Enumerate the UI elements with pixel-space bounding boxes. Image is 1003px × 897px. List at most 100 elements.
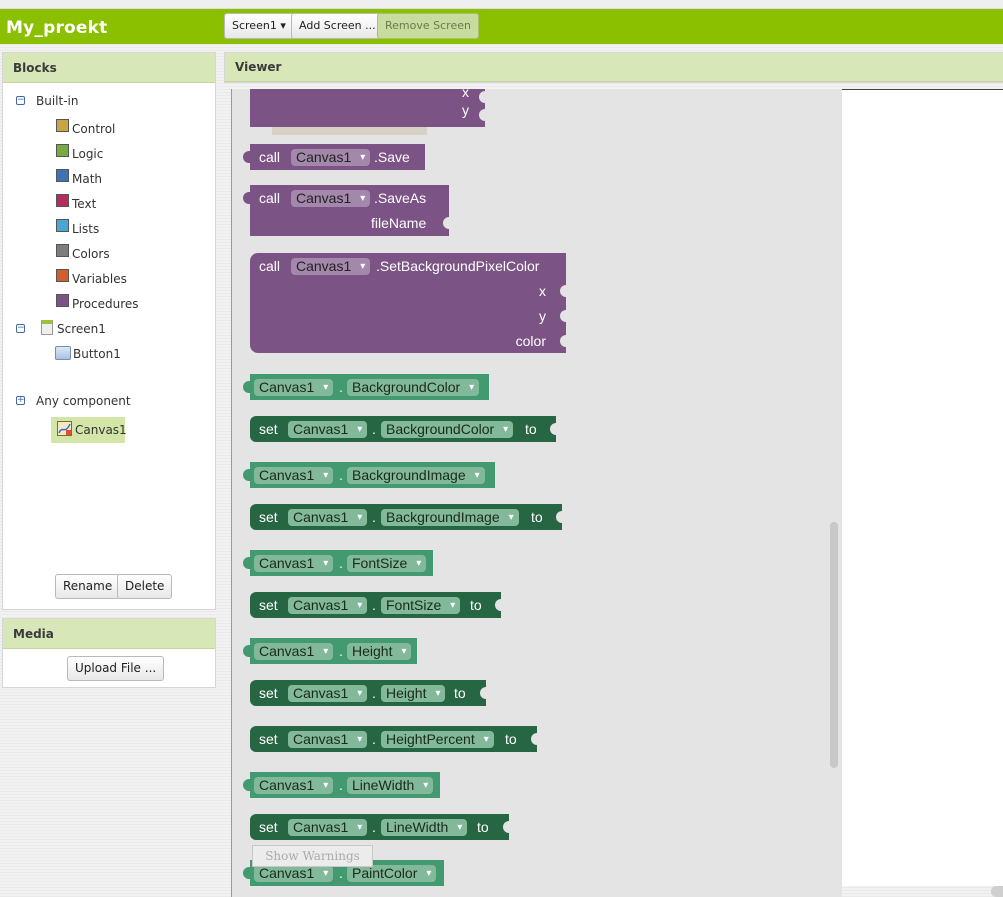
component-dropdown[interactable]: Canvas1 ▾ [288,421,368,438]
rename-button[interactable]: Rename [55,574,121,599]
property-dropdown[interactable]: PaintColor ▾ [347,865,437,882]
set-canvas1-heightpercent-block[interactable]: set Canvas1 ▾ . HeightPercent ▾ to [250,726,537,752]
upload-file-button[interactable]: Upload File ... [67,656,165,681]
delete-button[interactable]: Delete [117,574,173,599]
input-socket[interactable] [495,599,501,611]
call-canvas1-saveas-block[interactable]: call Canvas1 ▾ .SaveAs fileName [243,185,449,236]
property-dropdown[interactable]: Height ▾ [347,643,412,660]
show-warnings-button[interactable]: Show Warnings [252,845,373,867]
logic-swatch-icon [56,144,69,157]
to-label: to [477,819,489,835]
input-socket[interactable] [550,423,556,435]
get-canvas1-linewidth-block[interactable]: Canvas1 ▾ . LineWidth ▾ [243,772,440,798]
get-canvas1-backgroundimage-block[interactable]: Canvas1 ▾ . BackgroundImage ▾ [243,462,495,488]
blocks-workspace[interactable]: x y call Canvas1 ▾ .Save call Canvas1 ▾ .S… [231,89,842,897]
add-screen-button[interactable]: Add Screen ... [291,13,384,39]
component-dropdown[interactable]: Canvas1 ▾ [254,555,334,572]
property-dropdown[interactable]: BackgroundImage ▾ [347,467,485,484]
set-label: set [259,819,278,835]
property-dropdown[interactable]: BackgroundColor ▾ [347,379,480,396]
to-label: to [470,597,482,613]
property-dropdown[interactable]: HeightPercent ▾ [381,731,494,748]
to-label: to [454,685,466,701]
property-dropdown[interactable]: BackgroundColor ▾ [381,421,514,438]
component-dropdown[interactable]: Canvas1 ▾ [291,190,371,207]
property-dropdown[interactable]: LineWidth ▾ [381,819,468,836]
input-socket[interactable] [560,310,566,322]
expand-icon[interactable]: + [16,396,25,405]
component-dropdown[interactable]: Canvas1 ▾ [288,597,368,614]
property-dropdown[interactable]: FontSize ▾ [381,597,461,614]
input-socket[interactable] [503,821,509,833]
top-bar: My_proekt Screen1 ▾ Add Screen ... Remov… [0,9,1003,44]
procedures-swatch-icon [56,294,69,307]
dropdown-arrow-icon: ▾ [323,646,329,657]
dot-label: . [372,421,376,437]
workspace-scrollbar-track[interactable] [828,92,840,892]
dropdown-arrow-icon: ▾ [357,424,363,435]
dropdown-arrow-icon: ▾ [474,470,480,481]
math-swatch-icon [56,169,69,182]
partial-method-block[interactable]: x y [250,89,485,127]
tree-item-label: Text [72,197,97,211]
screen-select-button[interactable]: Screen1 ▾ [224,13,294,39]
component-dropdown[interactable]: Canvas1 ▾ [288,731,368,748]
remove-screen-button[interactable]: Remove Screen [377,13,479,39]
get-canvas1-fontsize-block[interactable]: Canvas1 ▾ . FontSize ▾ [243,550,433,576]
set-canvas1-backgroundimage-block[interactable]: set Canvas1 ▾ . BackgroundImage ▾ to [250,504,562,530]
get-canvas1-backgroundcolor-block[interactable]: Canvas1 ▾ . BackgroundColor ▾ [243,374,489,400]
control-swatch-icon [56,119,69,132]
component-dropdown[interactable]: Canvas1 ▾ [254,379,334,396]
get-canvas1-height-block[interactable]: Canvas1 ▾ . Height ▾ [243,638,417,664]
component-dropdown[interactable]: Canvas1 ▾ [291,149,371,166]
input-socket[interactable] [560,335,566,347]
set-canvas1-fontsize-block[interactable]: set Canvas1 ▾ . FontSize ▾ to [250,592,501,618]
input-socket[interactable] [480,687,486,699]
property-dropdown[interactable]: LineWidth ▾ [347,777,434,794]
property-dropdown[interactable]: Height ▾ [381,685,446,702]
input-socket[interactable] [479,109,485,121]
dropdown-arrow-icon: ▾ [483,734,489,745]
collapse-icon[interactable]: − [16,96,25,105]
property-dropdown[interactable]: BackgroundImage ▾ [381,509,519,526]
horizontal-scrollbar-thumb[interactable] [991,886,1003,897]
output-plug [243,867,250,879]
dropdown-arrow-icon: ▾ [508,512,514,523]
tree-item-label: Procedures [72,297,139,311]
call-label: call [259,258,281,274]
workspace-scrollbar-thumb[interactable] [830,522,838,768]
call-canvas1-save-block[interactable]: call Canvas1 ▾ .Save [243,144,425,170]
component-dropdown[interactable]: Canvas1 ▾ [254,467,334,484]
media-panel-title: Media [3,619,215,649]
output-plug [243,469,250,481]
input-socket[interactable] [556,511,562,523]
property-dropdown[interactable]: FontSize ▾ [347,555,427,572]
dot-label: . [372,685,376,701]
tree-item-label: Control [72,122,116,136]
set-canvas1-linewidth-block[interactable]: set Canvas1 ▾ . LineWidth ▾ to [250,814,509,840]
dropdown-arrow-icon: ▾ [323,382,329,393]
input-socket[interactable] [479,91,485,103]
input-socket[interactable] [443,217,449,229]
arg-label-y: y [539,308,546,324]
lists-swatch-icon [56,219,69,232]
component-dropdown[interactable]: Canvas1 ▾ [288,819,368,836]
tree-item-label: Button1 [73,347,121,361]
component-dropdown[interactable]: Canvas1 ▾ [254,865,334,882]
tree-label-screen1: Screen1 [57,322,106,336]
dot-label: . [339,777,343,793]
input-socket[interactable] [531,733,537,745]
component-dropdown[interactable]: Canvas1 ▾ [254,777,334,794]
set-label: set [259,509,278,525]
tree-item-canvas1[interactable]: Canvas1 [51,417,127,443]
dropdown-arrow-icon: ▾ [503,424,509,435]
set-canvas1-height-block[interactable]: set Canvas1 ▾ . Height ▾ to [250,680,486,706]
component-dropdown[interactable]: Canvas1 ▾ [288,685,368,702]
set-canvas1-backgroundcolor-block[interactable]: set Canvas1 ▾ . BackgroundColor ▾ to [250,416,556,442]
component-dropdown[interactable]: Canvas1 ▾ [291,258,371,275]
input-socket[interactable] [560,285,566,297]
collapse-icon[interactable]: − [16,324,25,333]
component-dropdown[interactable]: Canvas1 ▾ [288,509,368,526]
call-canvas1-setbackgroundpixelcolor-block[interactable]: call Canvas1 ▾ .SetBackgroundPixelColor x… [250,253,566,353]
component-dropdown[interactable]: Canvas1 ▾ [254,643,334,660]
